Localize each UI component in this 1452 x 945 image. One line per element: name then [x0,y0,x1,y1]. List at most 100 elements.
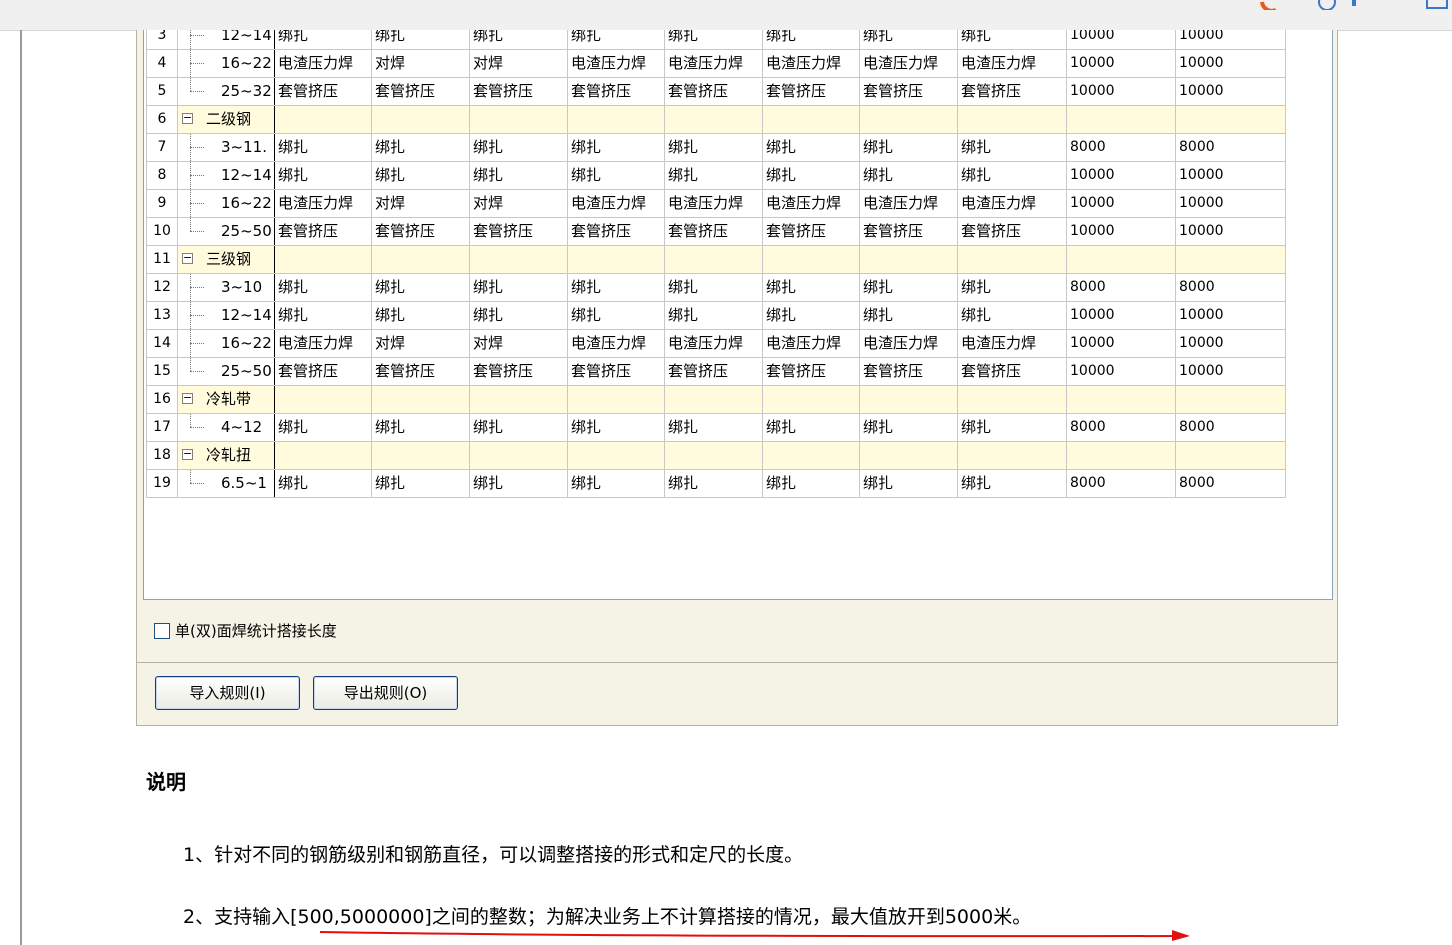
lap-type-cell[interactable]: 绑扎 [567,469,665,498]
lap-type-cell[interactable]: 绑扎 [762,30,860,50]
lap-type-cell[interactable] [957,105,1067,134]
lap-type-cell[interactable]: 绑扎 [469,469,568,498]
lap-type-cell[interactable] [371,245,470,274]
lap-type-cell[interactable]: 绑扎 [567,133,665,162]
table-row[interactable]: 4 16~22 电渣压力焊 对焊 对焊 电渣压力焊 电渣压力焊 电渣压力焊 电渣压力焊 电渣压力焊… [146,49,1286,78]
lap-type-cell[interactable]: 套管挤压 [664,357,763,386]
lap-type-cell[interactable]: 绑扎 [371,413,470,442]
lap-type-cell[interactable] [274,441,372,470]
table-row[interactable]: 10 25~50 套管挤压 套管挤压 套管挤压 套管挤压 套管挤压 套管挤压 套管挤压 套管挤压 1… [146,217,1286,246]
lap-type-cell[interactable]: 绑扎 [274,273,372,302]
lap-type-cell[interactable] [664,245,763,274]
lap-type-cell[interactable]: 绑扎 [859,133,958,162]
fixed-length-cell[interactable]: 10000 [1066,217,1176,246]
lap-type-cell[interactable]: 电渣压力焊 [274,49,372,78]
fixed-length-cell[interactable]: 10000 [1175,161,1286,190]
lap-type-cell[interactable] [567,441,665,470]
fixed-length-cell[interactable]: 10000 [1175,77,1286,106]
lap-type-cell[interactable]: 绑扎 [469,273,568,302]
lap-type-cell[interactable]: 套管挤压 [762,357,860,386]
lap-type-cell[interactable] [762,441,860,470]
refresh-icon[interactable] [1318,0,1336,10]
lap-type-cell[interactable]: 绑扎 [469,301,568,330]
lap-type-cell[interactable]: 电渣压力焊 [859,189,958,218]
lap-type-cell[interactable]: 对焊 [469,49,568,78]
lap-type-cell[interactable]: 绑扎 [664,161,763,190]
table-row[interactable]: 3 12~14 绑扎 绑扎 绑扎 绑扎 绑扎 绑扎 绑扎 绑扎 10000 10000 [146,30,1286,50]
fixed-length-cell[interactable]: 8000 [1066,273,1176,302]
lap-type-cell[interactable]: 绑扎 [469,413,568,442]
group-row[interactable]: 16− 冷轧带 [146,385,1286,414]
table-row[interactable]: 13 12~14 绑扎 绑扎 绑扎 绑扎 绑扎 绑扎 绑扎 绑扎 10000 10000 [146,301,1286,330]
lap-type-cell[interactable]: 绑扎 [371,133,470,162]
group-row[interactable]: 11− 三级钢 [146,245,1286,274]
fixed-length-cell[interactable]: 8000 [1066,469,1176,498]
lap-type-cell[interactable]: 电渣压力焊 [664,49,763,78]
lap-type-cell[interactable] [371,385,470,414]
fixed-length-cell[interactable] [1066,385,1176,414]
fixed-length-cell[interactable] [1066,441,1176,470]
lap-type-cell[interactable]: 绑扎 [567,273,665,302]
fixed-length-cell[interactable]: 10000 [1175,217,1286,246]
lap-type-cell[interactable]: 绑扎 [762,301,860,330]
lap-type-cell[interactable]: 绑扎 [957,413,1067,442]
fixed-length-cell[interactable] [1175,441,1286,470]
lap-type-cell[interactable]: 对焊 [469,329,568,358]
lap-type-cell[interactable]: 绑扎 [567,413,665,442]
lap-type-cell[interactable]: 套管挤压 [469,357,568,386]
fixed-length-cell[interactable]: 8000 [1175,273,1286,302]
table-row[interactable]: 12 3~10 绑扎 绑扎 绑扎 绑扎 绑扎 绑扎 绑扎 绑扎 8000 8000 [146,273,1286,302]
diameter-cell[interactable]: 4~12 [177,413,275,442]
fixed-length-cell[interactable]: 8000 [1066,413,1176,442]
diameter-cell[interactable]: 25~32 [177,77,275,106]
lap-type-cell[interactable] [859,385,958,414]
fixed-length-cell[interactable]: 10000 [1175,357,1286,386]
fixed-length-cell[interactable]: 10000 [1175,189,1286,218]
lap-type-cell[interactable]: 绑扎 [957,469,1067,498]
diameter-cell[interactable]: 12~14 [177,301,275,330]
table-row[interactable]: 15 25~50 套管挤压 套管挤压 套管挤压 套管挤压 套管挤压 套管挤压 套管挤压 套管挤压 1… [146,357,1286,386]
lap-type-cell[interactable]: 套管挤压 [664,77,763,106]
lap-type-cell[interactable]: 绑扎 [664,469,763,498]
fixed-length-cell[interactable] [1175,245,1286,274]
table-row[interactable]: 5 25~32 套管挤压 套管挤压 套管挤压 套管挤压 套管挤压 套管挤压 套管挤压 套管挤压 10… [146,77,1286,106]
fixed-length-cell[interactable]: 10000 [1066,49,1176,78]
fixed-length-cell[interactable] [1066,105,1176,134]
lap-type-cell[interactable]: 电渣压力焊 [664,329,763,358]
table-row[interactable]: 8 12~14 绑扎 绑扎 绑扎 绑扎 绑扎 绑扎 绑扎 绑扎 10000 10000 [146,161,1286,190]
lap-type-cell[interactable]: 套管挤压 [469,217,568,246]
lap-type-cell[interactable]: 套管挤压 [567,217,665,246]
lap-type-cell[interactable] [957,385,1067,414]
lap-type-cell[interactable]: 绑扎 [859,30,958,50]
group-row[interactable]: 6− 二级钢 [146,105,1286,134]
lap-type-cell[interactable]: 绑扎 [469,161,568,190]
lap-type-cell[interactable]: 套管挤压 [762,77,860,106]
lap-type-cell[interactable]: 电渣压力焊 [762,49,860,78]
fixed-length-cell[interactable]: 10000 [1066,329,1176,358]
lap-type-cell[interactable] [664,385,763,414]
group-name-cell[interactable]: − 冷轧带 [177,385,275,414]
fixed-length-cell[interactable]: 10000 [1066,189,1176,218]
lap-type-cell[interactable] [664,105,763,134]
lap-type-cell[interactable]: 绑扎 [957,301,1067,330]
lap-type-cell[interactable]: 绑扎 [274,133,372,162]
fixed-length-cell[interactable]: 10000 [1175,49,1286,78]
lap-type-cell[interactable]: 电渣压力焊 [957,329,1067,358]
collapse-icon[interactable]: − [182,252,193,264]
fixed-length-cell[interactable]: 10000 [1066,357,1176,386]
lap-type-cell[interactable]: 绑扎 [371,273,470,302]
lap-type-cell[interactable] [762,385,860,414]
weld-option[interactable]: 单(双)面焊统计搭接长度 [154,620,337,641]
import-rules-button[interactable]: 导入规则(I) [155,676,300,710]
lap-type-cell[interactable]: 电渣压力焊 [664,189,763,218]
fixed-length-cell[interactable]: 8000 [1175,469,1286,498]
lap-type-cell[interactable]: 电渣压力焊 [567,49,665,78]
lap-type-cell[interactable]: 电渣压力焊 [859,49,958,78]
table-row[interactable]: 9 16~22 电渣压力焊 对焊 对焊 电渣压力焊 电渣压力焊 电渣压力焊 电渣压力焊 电渣压力焊… [146,189,1286,218]
diameter-cell[interactable]: 3~10 [177,273,275,302]
lap-type-cell[interactable]: 绑扎 [664,413,763,442]
lap-type-cell[interactable]: 套管挤压 [859,357,958,386]
fixed-length-cell[interactable]: 10000 [1066,161,1176,190]
lap-type-cell[interactable]: 套管挤压 [957,77,1067,106]
download-icon[interactable] [1352,0,1356,6]
